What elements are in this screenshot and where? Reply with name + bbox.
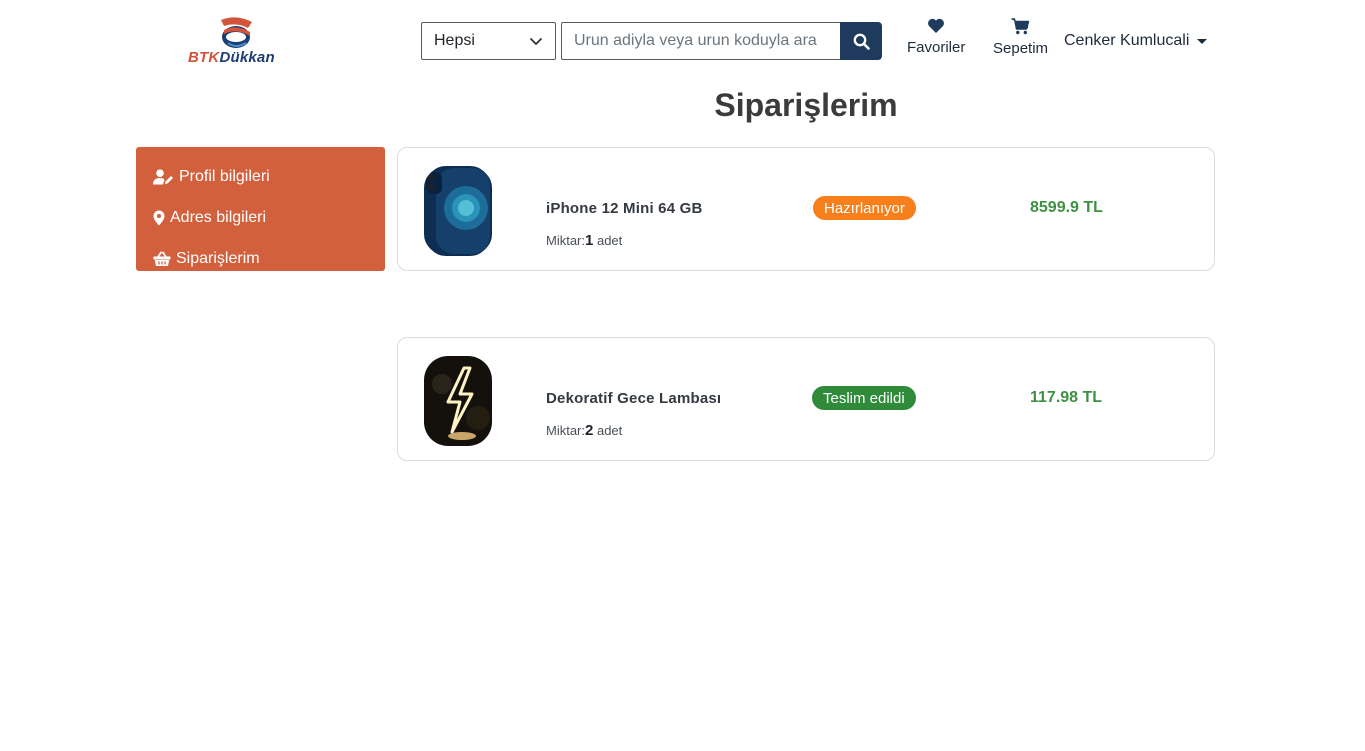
sidebar-item-label: Profil bilgileri: [179, 167, 270, 185]
chevron-down-icon: [530, 38, 542, 45]
search-button[interactable]: [840, 22, 882, 60]
sidebar-item-label: Siparişlerim: [176, 249, 260, 267]
logo-emblem-icon: [221, 17, 252, 48]
page-title: Siparişlerim: [714, 87, 898, 123]
brand-logo[interactable]: BTKDükkan: [188, 16, 290, 68]
product-quantity: Miktar:1 adet: [546, 232, 622, 249]
product-quantity: Miktar:2 adet: [546, 422, 622, 439]
category-select[interactable]: Hepsi: [421, 22, 556, 60]
order-price: 8599.9 TL: [1030, 199, 1103, 216]
product-image-lamp[interactable]: [422, 354, 494, 448]
sidebar-item-label: Adres bilgileri: [170, 208, 267, 226]
quantity-unit: adet: [596, 423, 623, 438]
sidebar-item-orders[interactable]: Siparişlerim: [136, 238, 385, 279]
favorites-label: Favoriler: [907, 39, 966, 56]
sidebar-item-address[interactable]: Adres bilgileri: [136, 197, 385, 238]
quantity-value: 2: [585, 422, 594, 439]
user-name: Cenker Kumlucali: [1064, 32, 1190, 49]
quantity-value: 1: [585, 232, 594, 249]
quantity-label: Miktar:: [546, 423, 585, 438]
status-badge: Hazırlanıyor: [813, 196, 916, 220]
heart-icon: [928, 18, 945, 33]
quantity-label: Miktar:: [546, 233, 585, 248]
map-marker-icon: [153, 210, 165, 225]
search-input[interactable]: [561, 22, 841, 60]
category-select-value: Hepsi: [434, 32, 475, 49]
product-image-iphone[interactable]: [422, 164, 494, 258]
logo-text: BTKDükkan: [188, 49, 275, 66]
product-name[interactable]: iPhone 12 Mini 64 GB: [546, 200, 703, 217]
caret-down-icon: [1197, 38, 1208, 44]
shopping-cart-icon: [1011, 18, 1030, 35]
favorites-link[interactable]: Favoriler: [907, 18, 965, 56]
account-sidebar: Profil bilgileri Adres bilgileri Sipariş…: [136, 147, 385, 271]
order-price: 117.98 TL: [1030, 389, 1103, 406]
search-icon: [853, 33, 870, 50]
user-edit-icon: [153, 168, 173, 184]
shopping-basket-icon: [153, 251, 171, 266]
product-name[interactable]: Dekoratif Gece Lambası: [546, 390, 721, 407]
quantity-unit: adet: [596, 233, 623, 248]
cart-label: Sepetim: [993, 40, 1049, 57]
sidebar-item-profile[interactable]: Profil bilgileri: [136, 156, 385, 197]
order-card: Dekoratif Gece Lambası Miktar:2 adet Tes…: [397, 337, 1215, 461]
cart-link[interactable]: Sepetim: [993, 18, 1048, 57]
status-badge: Teslim edildi: [812, 386, 916, 410]
order-card: iPhone 12 Mini 64 GB Miktar:1 adet Hazır…: [397, 147, 1215, 271]
user-menu-dropdown[interactable]: Cenker Kumlucali: [1064, 32, 1208, 50]
